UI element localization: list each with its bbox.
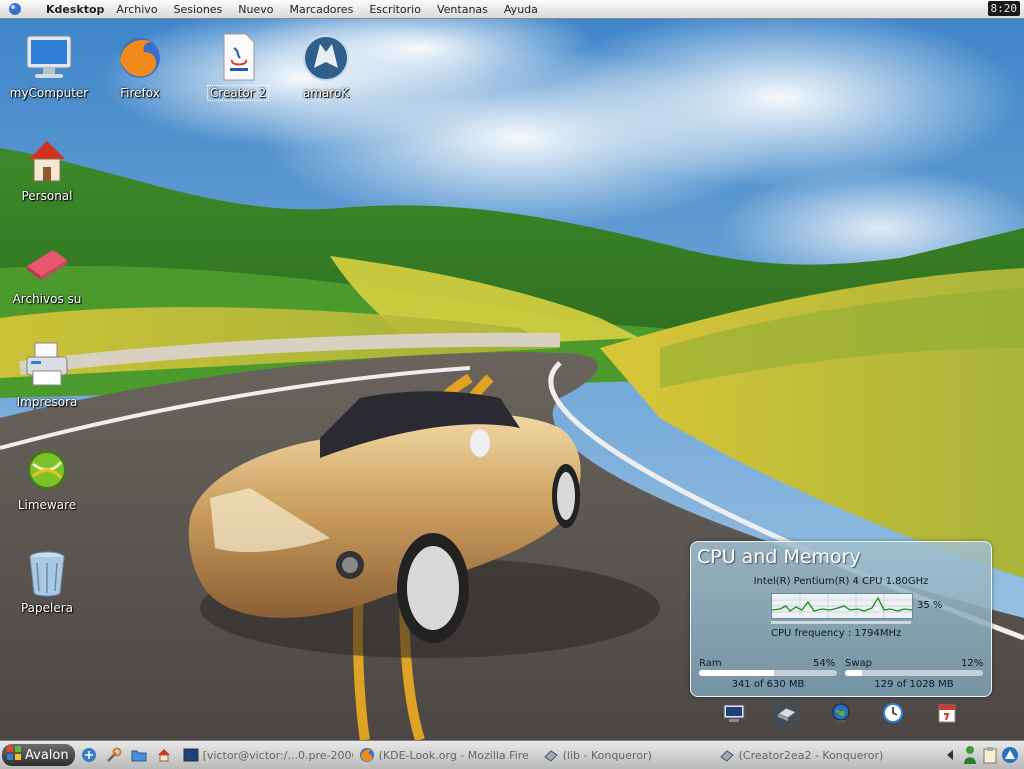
cpu-load-bar: [771, 621, 911, 624]
menubar-clock[interactable]: 8:20: [987, 1, 1020, 16]
firefox-icon: [359, 748, 374, 762]
desktop-icon-label: Firefox: [120, 86, 160, 100]
swap-usage-text: 129 of 1028 MB: [874, 679, 954, 690]
cpu-percent: 35 %: [917, 600, 943, 611]
ram-percent: 54%: [813, 658, 836, 669]
desktop-icon-amarok[interactable]: amaroK: [281, 30, 371, 100]
konqueror-icon: [719, 750, 734, 762]
desktop-icon-limeware[interactable]: Limeware: [2, 442, 92, 512]
kde-logo-icon: [6, 745, 22, 765]
swap-usage-bar: [845, 670, 983, 676]
menu-escritorio[interactable]: Escritorio: [369, 3, 421, 16]
desktop-icon-label: Creator 2: [206, 85, 270, 101]
amarok-wolf-icon: [298, 30, 354, 86]
taskbar: Avalon [victor@victor:/...0.pre-2006 (KD…: [0, 740, 1024, 769]
swap-percent: 12%: [961, 658, 984, 669]
menu-marcadores[interactable]: Marcadores: [290, 3, 354, 16]
desktop-icon-label: Limeware: [17, 498, 77, 512]
cpu-load-graph: [771, 593, 913, 619]
ram-label: Ram: [699, 658, 722, 669]
terminal-icon: [183, 748, 199, 762]
task-label: (Creator2ea2 - Konqueror): [738, 748, 884, 762]
task-konqueror-creator[interactable]: (Creator2ea2 - Konqueror): [719, 744, 899, 766]
desktop-icon-label: amaroK: [302, 86, 350, 100]
widget-title: CPU and Memory: [697, 546, 861, 568]
menu-nuevo[interactable]: Nuevo: [238, 3, 273, 16]
start-menu-button[interactable]: Avalon: [2, 744, 75, 766]
harddisk-icon[interactable]: [772, 698, 802, 728]
arrow-left-icon[interactable]: [940, 744, 960, 766]
desktop-icon-personal[interactable]: Personal: [2, 133, 92, 203]
desktop-icon-impresora[interactable]: Impresora: [2, 339, 92, 409]
desktop-icon-creator2[interactable]: Creator 2: [193, 30, 283, 101]
cpu-frequency-text: CPU frequency : 1794MHz: [771, 628, 902, 639]
network-icon[interactable]: [1000, 744, 1020, 766]
menu-sesiones[interactable]: Sesiones: [174, 3, 223, 16]
desktop-icon-label: Personal: [21, 189, 73, 203]
task-label: (KDE-Look.org - Mozilla Fire: [378, 748, 529, 762]
user-icon[interactable]: [960, 744, 980, 766]
folder-icon: [131, 750, 147, 762]
clipboard-icon[interactable]: [980, 744, 1000, 766]
desktop-icon-label: myComputer: [9, 86, 89, 100]
desktop-icon-papelera[interactable]: Papelera: [2, 545, 92, 615]
task-firefox[interactable]: (KDE-Look.org - Mozilla Fire: [359, 744, 537, 766]
menu-ventanas[interactable]: Ventanas: [437, 3, 488, 16]
desktop-icon-mycomputer[interactable]: myComputer: [4, 30, 94, 100]
printer-icon: [19, 339, 75, 395]
task-label: [victor@victor:/...0.pre-2006: [202, 748, 353, 762]
ram-usage-fill: [699, 670, 774, 676]
kde-menu-icon[interactable]: [0, 2, 30, 16]
home-icon: [157, 749, 170, 762]
clock-icon[interactable]: [880, 700, 906, 726]
folder-launcher[interactable]: [128, 744, 150, 766]
network-globe-icon[interactable]: [828, 700, 854, 726]
desktop-icon-label: Archivos su: [12, 292, 82, 306]
terminal-icon[interactable]: [721, 700, 747, 726]
cpu-model-text: Intel(R) Pentium(R) 4 CPU 1.80GHz: [753, 576, 929, 587]
firefox-icon: [112, 30, 168, 86]
menu-ayuda[interactable]: Ayuda: [504, 3, 538, 16]
home-icon: [19, 133, 75, 189]
ram-usage-text: 341 of 630 MB: [731, 679, 805, 690]
cpu-memory-widget[interactable]: CPU and Memory Intel(R) Pentium(R) 4 CPU…: [690, 541, 992, 697]
desktop-icon-firefox[interactable]: Firefox: [95, 30, 185, 100]
swap-label: Swap: [845, 658, 873, 669]
top-menubar: Kdesktop Archivo Sesiones Nuevo Marcador…: [0, 0, 1024, 19]
desktop-icon-label: Impresora: [16, 395, 78, 409]
trash-icon: [19, 545, 75, 601]
ram-usage-bar: [699, 670, 837, 676]
eraser-icon: [19, 236, 75, 292]
task-label: (lib - Konqueror): [562, 748, 652, 762]
tools-launcher[interactable]: [103, 744, 125, 766]
start-button-label: Avalon: [25, 747, 69, 763]
active-app-name[interactable]: Kdesktop: [46, 3, 104, 16]
task-konqueror-lib[interactable]: (lib - Konqueror): [543, 744, 713, 766]
swap-usage-fill: [845, 670, 862, 676]
limewire-icon: [19, 442, 75, 498]
konqueror-launcher[interactable]: [78, 744, 100, 766]
home-launcher[interactable]: [153, 744, 175, 766]
menu-archivo[interactable]: Archivo: [116, 3, 157, 16]
konqueror-icon: [543, 750, 558, 762]
calendar-icon[interactable]: [934, 700, 960, 726]
desktop-icon-archivos-su[interactable]: Archivos su: [2, 236, 92, 306]
monitor-icon: [21, 30, 77, 86]
task-terminal[interactable]: [victor@victor:/...0.pre-2006: [183, 744, 353, 766]
tools-icon: [106, 747, 122, 762]
java-file-icon: [210, 30, 266, 86]
konqueror-icon: [81, 748, 96, 762]
desktop-icon-label: Papelera: [20, 601, 74, 615]
